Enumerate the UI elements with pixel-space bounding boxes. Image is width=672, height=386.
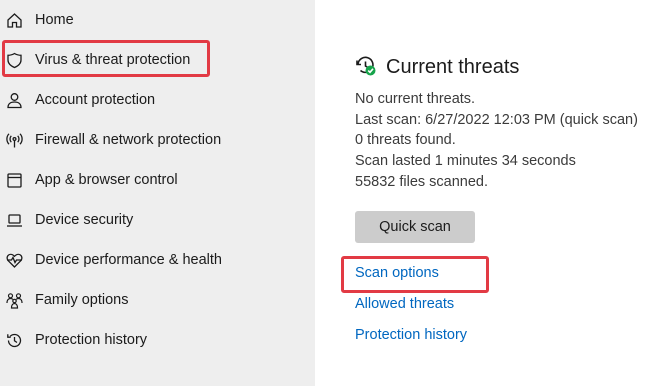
sidebar-item-family-options[interactable]: Family options: [0, 280, 315, 320]
scan-options-link[interactable]: Scan options: [355, 264, 439, 282]
sidebar-item-label: Firewall & network protection: [35, 132, 222, 148]
sidebar-item-label: Virus & threat protection: [35, 52, 191, 68]
sidebar-item-label: Device security: [35, 212, 134, 228]
sidebar-item-app-browser-control[interactable]: App & browser control: [0, 160, 315, 200]
antenna-icon: [6, 132, 23, 149]
sidebar-item-device-security[interactable]: Device security: [0, 200, 315, 240]
sidebar-item-label: App & browser control: [35, 172, 178, 188]
heart-pulse-icon: [6, 252, 23, 269]
sidebar-item-label: Family options: [35, 292, 129, 308]
section-title: Current threats: [386, 56, 520, 78]
threat-status-text: No current threats.: [355, 91, 476, 107]
threats-found-text: 0 threats found.: [355, 132, 456, 148]
sidebar-item-protection-history[interactable]: Protection history: [0, 320, 315, 360]
quick-scan-button[interactable]: Quick scan: [355, 211, 475, 243]
sidebar-item-label: Home: [35, 12, 74, 28]
sidebar-item-label: Protection history: [35, 332, 148, 348]
files-scanned-text: 55832 files scanned.: [355, 174, 489, 190]
sidebar-item-label: Account protection: [35, 92, 156, 108]
history-icon: [6, 332, 23, 349]
sidebar-item-home[interactable]: Home: [0, 0, 315, 40]
app-window-icon: [6, 172, 23, 189]
threats-status-icon: [355, 55, 377, 77]
laptop-icon: [6, 212, 23, 229]
sidebar-item-virus-threat-protection[interactable]: Virus & threat protection: [0, 40, 315, 80]
sidebar-item-label: Device performance & health: [35, 252, 222, 268]
home-icon: [6, 12, 23, 29]
scan-duration-text: Scan lasted 1 minutes 34 seconds: [355, 153, 576, 169]
family-icon: [6, 292, 23, 309]
shield-icon: [6, 52, 23, 69]
last-scan-text: Last scan: 6/27/2022 12:03 PM (quick sca…: [355, 112, 638, 128]
sidebar-item-account-protection[interactable]: Account protection: [0, 80, 315, 120]
sidebar-item-device-performance-health[interactable]: Device performance & health: [0, 240, 315, 280]
protection-history-link[interactable]: Protection history: [355, 326, 467, 344]
allowed-threats-link[interactable]: Allowed threats: [355, 295, 454, 313]
sidebar-nav: Home Virus & threat protection Account p…: [0, 0, 315, 386]
person-icon: [6, 92, 23, 109]
sidebar-item-firewall-network-protection[interactable]: Firewall & network protection: [0, 120, 315, 160]
